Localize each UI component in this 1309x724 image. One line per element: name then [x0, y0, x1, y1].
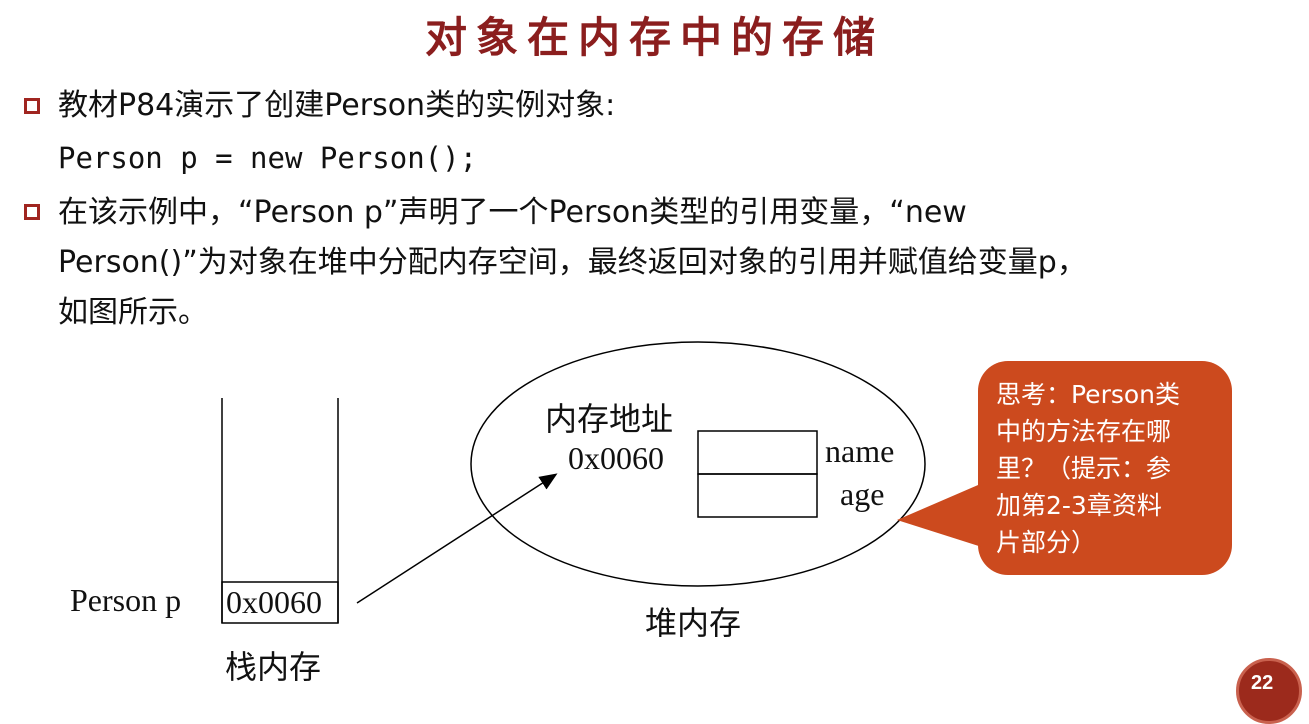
object-field-age-label: age	[840, 476, 885, 512]
callout-line: 片部分）	[996, 528, 1097, 557]
page-number: 22	[1251, 672, 1274, 694]
callout-line: 加第2-3章资料	[996, 491, 1162, 520]
reference-arrow	[356, 473, 558, 604]
stack-variable-label: Person p	[70, 582, 182, 618]
stack-caption: 栈内存	[225, 649, 322, 685]
heap-caption: 堆内存	[645, 605, 742, 641]
callout-line: 中的方法存在哪	[996, 417, 1172, 446]
heap-address-label: 内存地址	[545, 401, 674, 437]
object-field-name-label: name	[825, 433, 895, 469]
memory-diagram	[221, 341, 1232, 624]
callout-line: 里？（提示：参	[996, 454, 1172, 483]
stack-cell-value: 0x0060	[226, 584, 322, 620]
object-field-name-cell	[697, 430, 818, 475]
object-field-age-cell	[697, 473, 818, 518]
heap-address-value: 0x0060	[568, 440, 664, 476]
callout-text: 思考：Person类 中的方法存在哪 里？（提示：参 加第2-3章资料 片部分）	[996, 376, 1226, 561]
callout-line: 思考：Person类	[996, 380, 1181, 409]
